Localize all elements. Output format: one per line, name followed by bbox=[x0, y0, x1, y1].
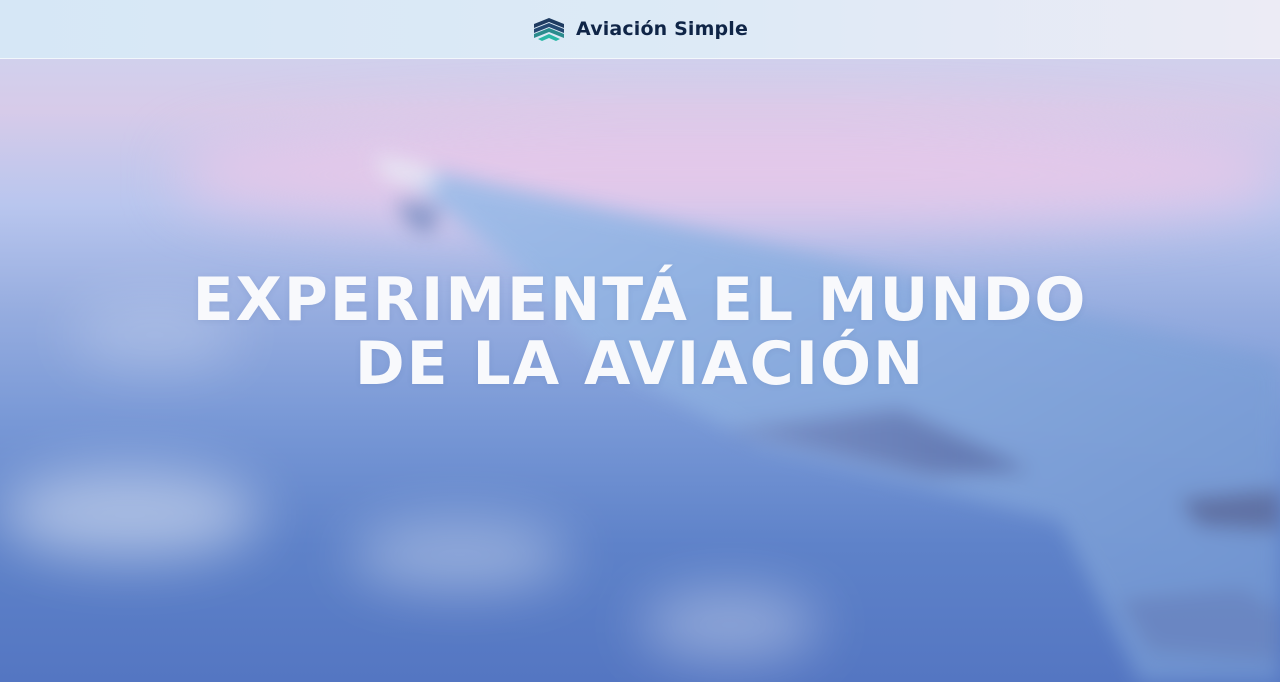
brand-home-link[interactable]: Aviación Simple bbox=[532, 16, 748, 42]
background-cloud bbox=[0, 470, 260, 560]
layered-chevrons-logo-icon bbox=[532, 16, 566, 42]
background-cloud bbox=[640, 590, 820, 660]
page-root: Aviación Simple EXPERIMENTÁ EL MUNDO DE … bbox=[0, 0, 1280, 682]
hero-section: EXPERIMENTÁ EL MUNDO DE LA AVIACIÓN bbox=[0, 268, 1280, 396]
hero-title-line-1: EXPERIMENTÁ EL MUNDO bbox=[192, 265, 1088, 335]
hero-title: EXPERIMENTÁ EL MUNDO DE LA AVIACIÓN bbox=[0, 268, 1280, 396]
top-navigation-bar: Aviación Simple bbox=[0, 0, 1280, 59]
brand-name: Aviación Simple bbox=[576, 18, 748, 40]
background-cloud bbox=[350, 520, 570, 590]
hero-title-line-2: DE LA AVIACIÓN bbox=[354, 329, 926, 399]
pink-cloud-band bbox=[180, 120, 1280, 230]
